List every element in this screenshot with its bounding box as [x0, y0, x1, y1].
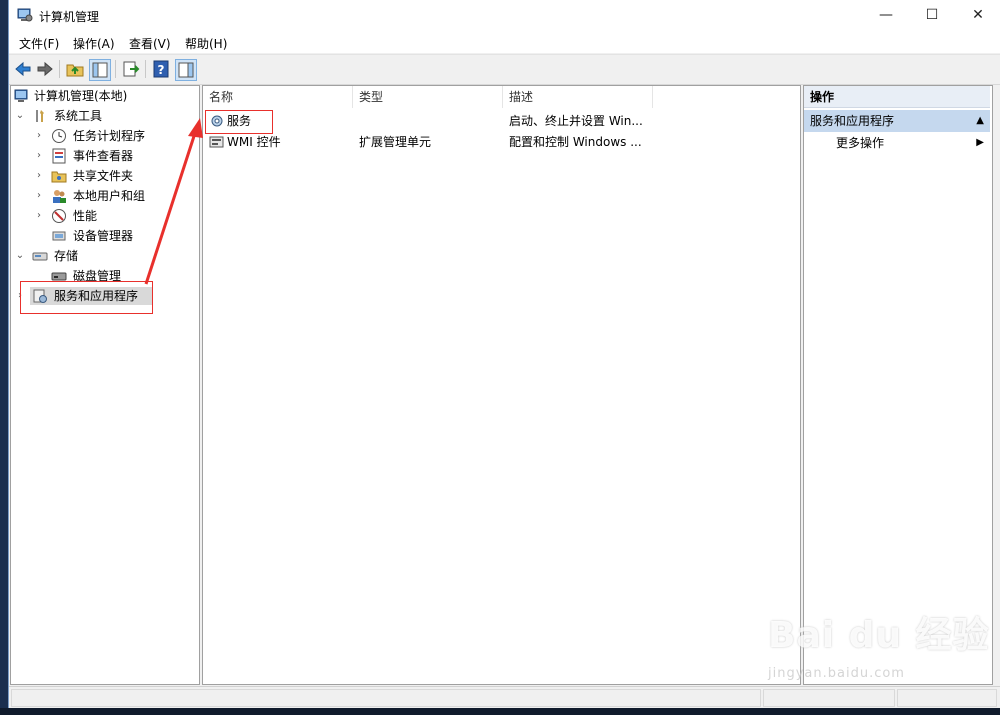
tree-root-label: 计算机管理(本地) [34, 89, 128, 103]
back-arrow-icon[interactable] [13, 59, 33, 79]
tree-item-label: 存储 [54, 249, 79, 263]
collapse-up-icon[interactable]: ▲ [976, 110, 984, 132]
actions-group-label: 服务和应用程序 [810, 114, 895, 128]
storage-icon [32, 252, 48, 261]
chevron-right-icon[interactable]: › [33, 167, 45, 185]
watermark-url: jingyan.baidu.com [768, 666, 905, 681]
title-bar: 计算机管理 — ☐ ✕ [9, 0, 1000, 31]
annotation-box-tree [20, 281, 153, 314]
maximize-button[interactable]: ☐ [909, 0, 955, 31]
tree-item-system-tools[interactable]: ⌄ 系统工具 [14, 107, 194, 125]
chevron-right-icon[interactable]: › [33, 147, 45, 165]
export-list-icon[interactable] [121, 59, 141, 79]
status-cell [763, 689, 895, 707]
menu-help[interactable]: 帮助(H) [185, 35, 227, 52]
window-title: 计算机管理 [39, 10, 100, 24]
action-more-actions[interactable]: 更多操作 ▶ [804, 132, 990, 154]
performance-icon [52, 209, 66, 223]
column-header-type[interactable]: 类型 [353, 86, 503, 108]
toolbar-separator [145, 60, 146, 78]
status-cell [11, 689, 761, 707]
status-cell [897, 689, 997, 707]
menu-bar: 文件(F) 操作(A) 查看(V) 帮助(H) [9, 31, 1000, 53]
show-hide-action-pane-icon[interactable] [175, 59, 197, 81]
actions-header: 操作 [804, 86, 990, 108]
menu-view[interactable]: 查看(V) [129, 35, 171, 52]
tree-item-label: 设备管理器 [73, 229, 134, 243]
tools-icon [36, 110, 44, 122]
toolbar-separator [115, 60, 116, 78]
actions-group-services-apps[interactable]: 服务和应用程序 ▲ [804, 110, 990, 132]
help-icon[interactable]: ? [151, 59, 171, 79]
list-item-services[interactable]: 服务 启动、终止并设置 Win... [203, 111, 800, 131]
list-item-type: 扩展管理单元 [359, 135, 432, 149]
menu-action[interactable]: 操作(A) [73, 35, 115, 52]
chevron-down-icon[interactable]: ⌄ [14, 107, 26, 125]
actions-pane: 操作 服务和应用程序 ▲ 更多操作 ▶ [803, 85, 993, 685]
chevron-down-icon[interactable]: ⌄ [14, 247, 26, 265]
tree-item-performance[interactable]: › 性能 [33, 207, 193, 225]
tree-item-label: 性能 [73, 209, 98, 223]
baidu-watermark: Bai du 经验 jingyan.baidu.com [768, 606, 990, 681]
computer-management-icon [17, 8, 33, 22]
toolbar: ? [9, 54, 1000, 85]
tree-item-storage[interactable]: ⌄ 存储 [14, 247, 194, 265]
clock-icon [52, 129, 66, 143]
status-bar [9, 686, 1000, 709]
watermark-brand: Bai du 经验 [768, 615, 990, 656]
wmi-control-icon [209, 136, 224, 148]
minimize-button[interactable]: — [863, 0, 909, 31]
computer-management-icon [14, 89, 28, 102]
toolbar-separator [59, 60, 60, 78]
tree-item-device-manager[interactable]: 设备管理器 [33, 227, 193, 245]
tree-item-label: 事件查看器 [73, 149, 134, 163]
tree-item-label: 系统工具 [54, 109, 103, 123]
tree-item-event-viewer[interactable]: › 事件查看器 [33, 147, 193, 165]
forward-arrow-icon[interactable] [35, 59, 55, 79]
list-item-description: 配置和控制 Windows ... [509, 135, 642, 149]
column-header-name[interactable]: 名称 [203, 86, 353, 108]
users-icon [53, 190, 66, 203]
list-item-wmi-control[interactable]: WMI 控件 扩展管理单元 配置和控制 Windows ... [203, 132, 800, 152]
results-list-pane: 名称 类型 描述 服务 启动、终止并设置 Win... WMI 控件 扩展管理单… [202, 85, 801, 685]
tree-item-label: 任务计划程序 [73, 129, 146, 143]
submenu-arrow-icon: ▶ [976, 137, 984, 148]
list-item-name: WMI 控件 [227, 135, 281, 149]
tree-item-local-users[interactable]: › 本地用户和组 [33, 187, 193, 205]
up-folder-icon[interactable] [65, 59, 85, 79]
svg-text:?: ? [158, 63, 165, 77]
action-item-label: 更多操作 [836, 136, 885, 150]
device-manager-icon [52, 231, 66, 241]
show-hide-tree-icon[interactable] [89, 59, 111, 81]
annotation-box-services [205, 110, 273, 134]
column-header-description[interactable]: 描述 [503, 86, 653, 108]
tree-item-task-scheduler[interactable]: › 任务计划程序 [33, 127, 193, 145]
shared-folder-icon [51, 171, 67, 183]
chevron-right-icon[interactable]: › [33, 187, 45, 205]
desktop-edge [0, 0, 8, 715]
tree-item-label: 本地用户和组 [73, 189, 146, 203]
chevron-right-icon[interactable]: › [33, 207, 45, 225]
menu-file[interactable]: 文件(F) [19, 35, 59, 52]
computer-management-window: 计算机管理 — ☐ ✕ 文件(F) 操作(A) 查看(V) 帮助(H) ? 计算… [8, 0, 1000, 709]
tree-item-shared-folders[interactable]: › 共享文件夹 [33, 167, 193, 185]
close-button[interactable]: ✕ [955, 0, 1000, 31]
console-tree-pane: 计算机管理(本地) ⌄ 系统工具 › 任务计划程序 › 事件查看器 › 共享文件… [10, 85, 200, 685]
tree-root[interactable]: 计算机管理(本地) [14, 87, 194, 105]
tree-item-label: 共享文件夹 [73, 169, 134, 183]
chevron-right-icon[interactable]: › [33, 127, 45, 145]
taskbar [0, 708, 1000, 715]
list-item-description: 启动、终止并设置 Win... [509, 114, 643, 128]
event-viewer-icon [52, 148, 66, 164]
